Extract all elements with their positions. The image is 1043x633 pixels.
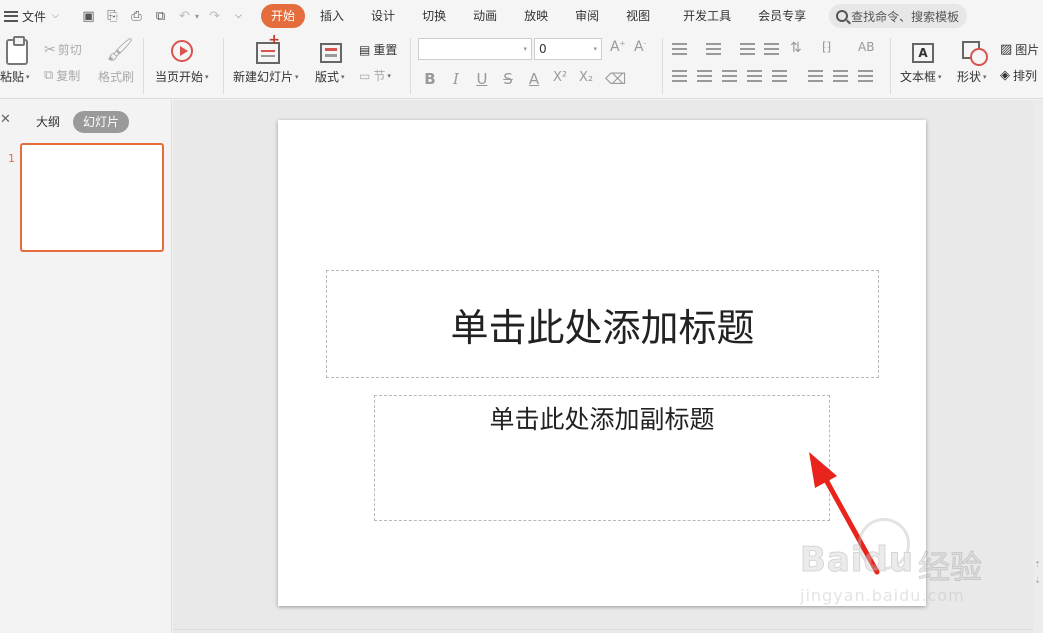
watermark-brand: Baidu — [799, 540, 915, 581]
watermark-url: jingyan.baidu.com — [800, 586, 965, 605]
baidu-jingyan-watermark: Baidu 经验 jingyan.baidu.com — [799, 518, 1040, 610]
watermark-brand-cn: 经验 — [917, 548, 983, 587]
